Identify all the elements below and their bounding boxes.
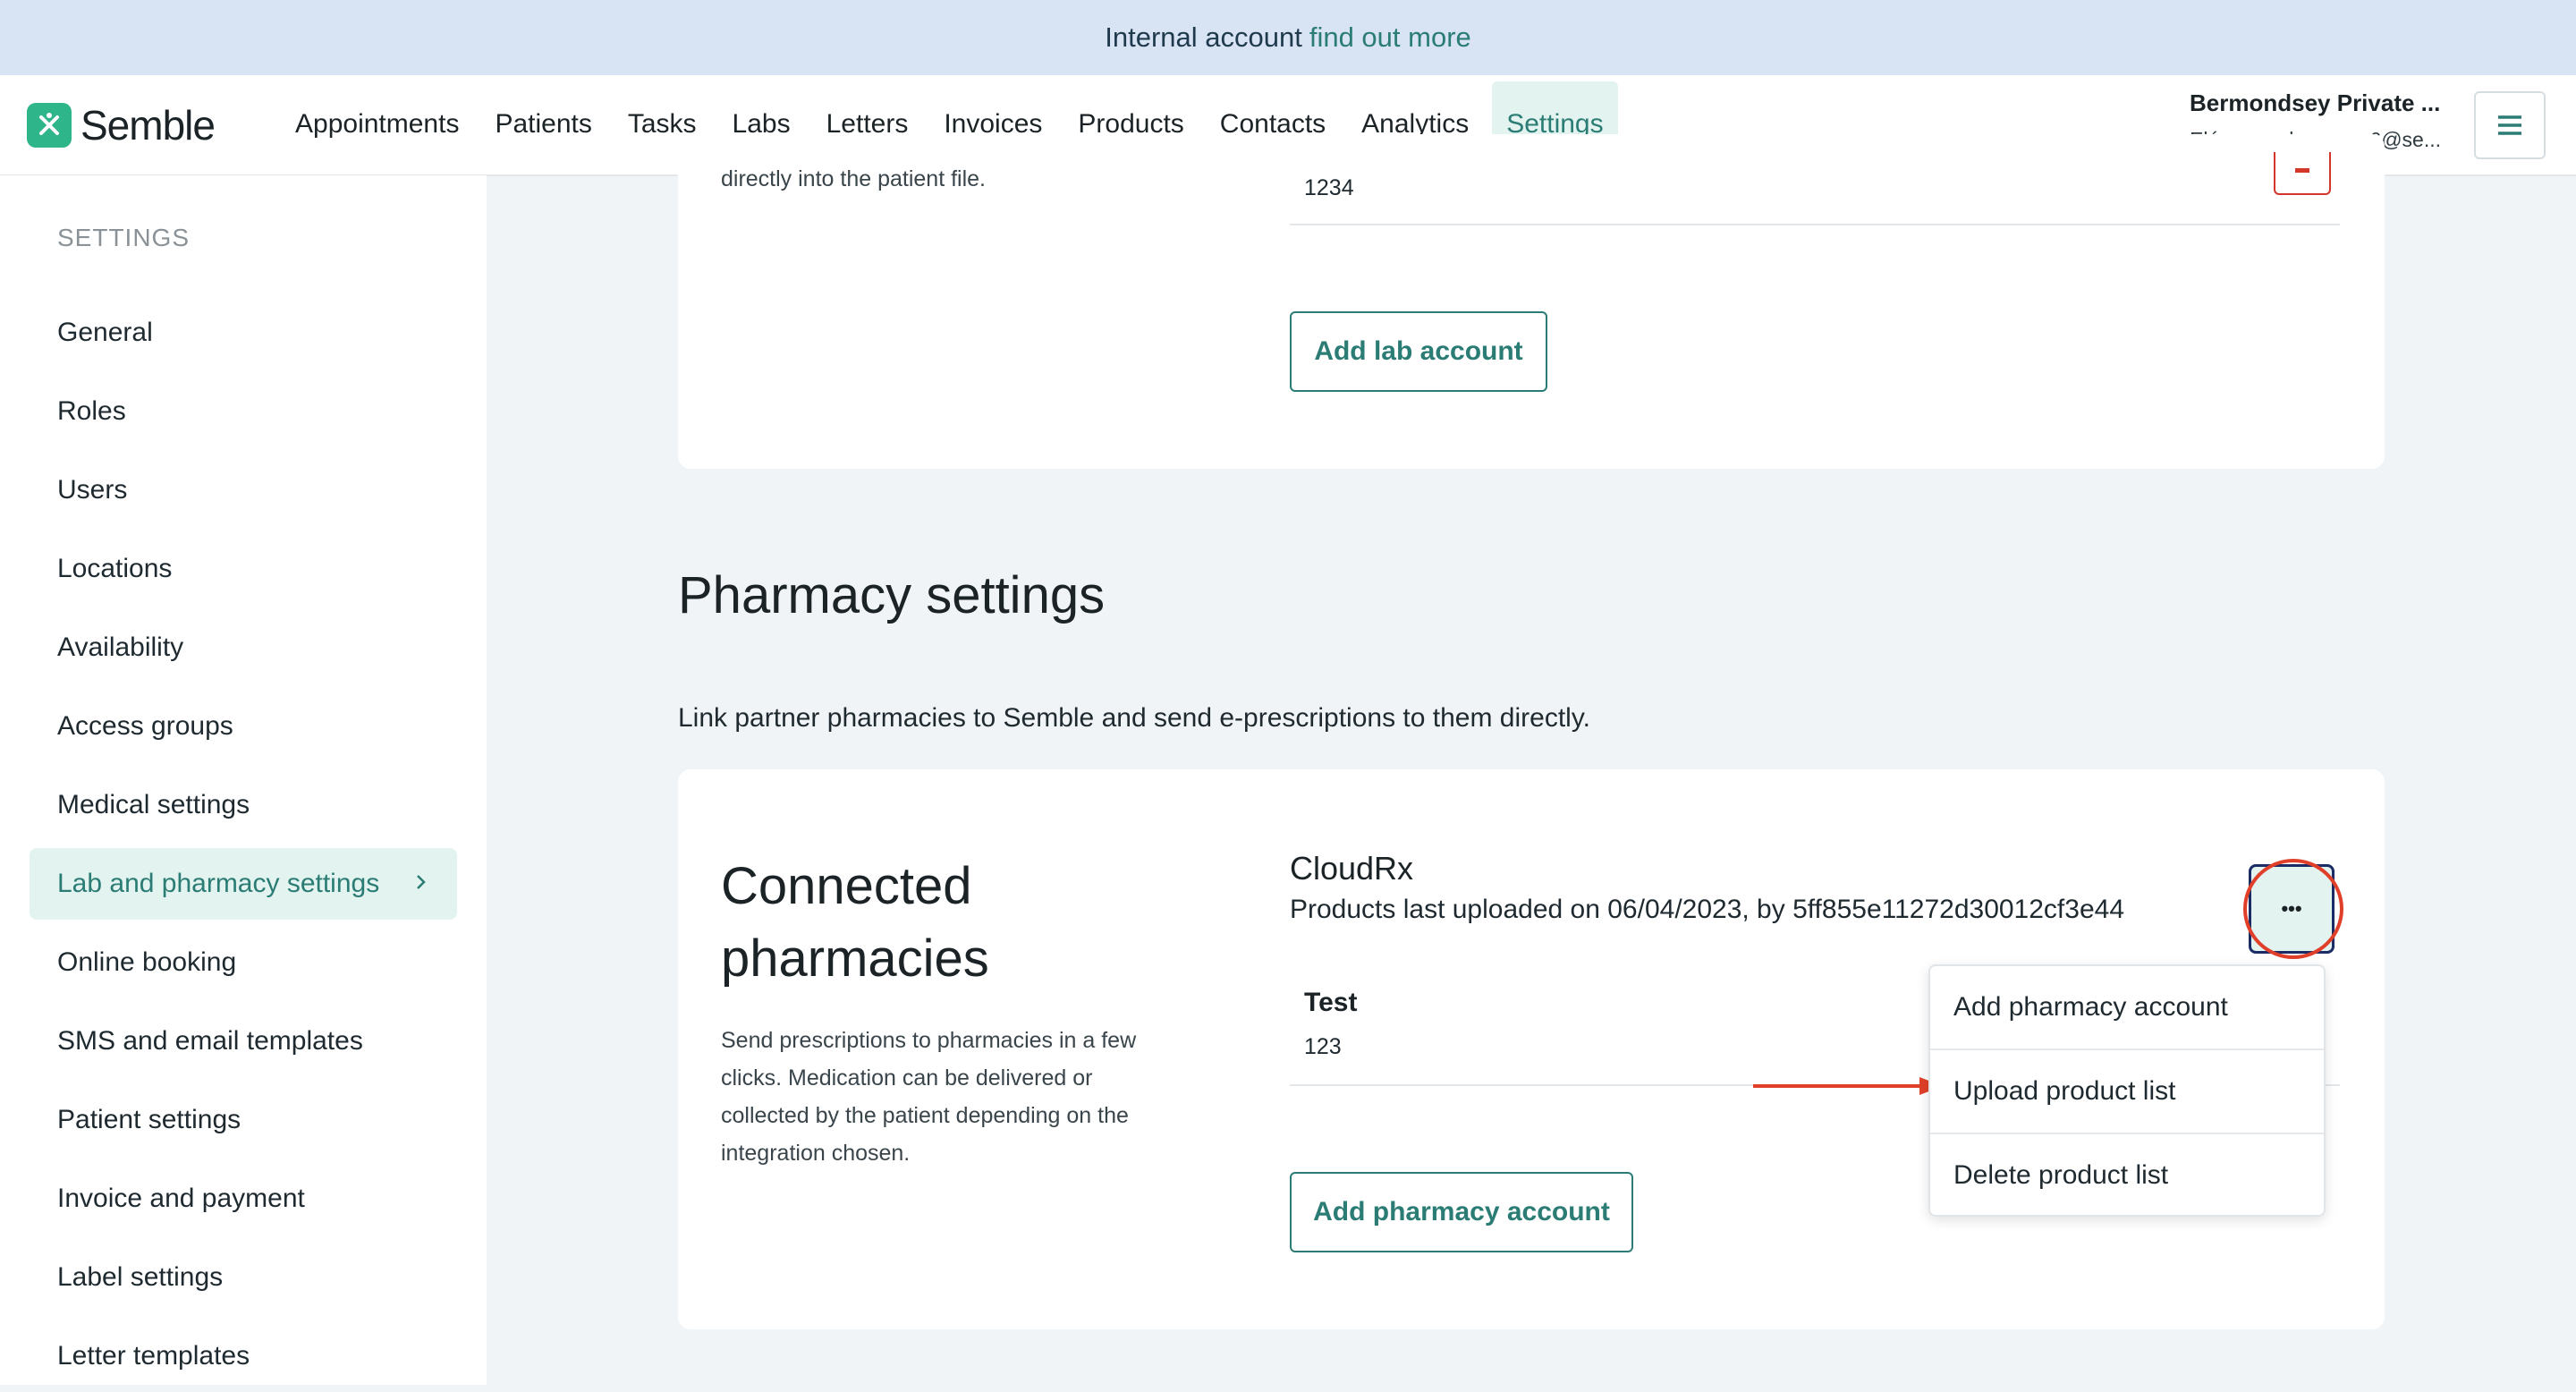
menu-item-upload-product-list[interactable]: Upload product list [1930,1050,2324,1134]
lab-account-value: 1234 [1304,175,1354,200]
settings-sidebar: SETTINGS General Roles Users Locations A… [0,175,487,1385]
add-lab-account-button[interactable]: Add lab account [1290,311,1547,392]
lab-card-description: directly into the patient file. [721,166,986,191]
sidebar-item-medical-settings[interactable]: Medical settings [30,769,457,841]
hamburger-icon [2498,115,2521,135]
internal-account-banner: Internal account find out more [0,0,2576,75]
products-upload-info: Products last uploaded on 06/04/2023, by… [1290,895,2125,924]
pharmacy-settings-description: Link partner pharmacies to Semble and se… [678,703,1590,733]
sidebar-item-access-groups[interactable]: Access groups [30,691,457,762]
highlight-circle-annotation [2243,859,2343,959]
arrow-annotation-icon [1753,1077,1943,1095]
sidebar-item-lab-and-pharmacy-settings[interactable]: Lab and pharmacy settings [30,848,457,920]
brand-name: Semble [80,102,216,149]
sidebar-item-users[interactable]: Users [30,454,457,526]
banner-text: Internal account [1105,21,1302,53]
add-pharmacy-account-button[interactable]: Add pharmacy account [1290,1172,1633,1252]
pharmacy-settings-title: Pharmacy settings [678,566,1106,624]
delete-lab-account-button[interactable] [2274,152,2331,195]
divider [1290,224,2340,225]
pharmacy-options-menu: Add pharmacy account Upload product list… [1928,964,2326,1217]
sidebar-item-sms-email-templates[interactable]: SMS and email templates [30,1006,457,1077]
nav-patients[interactable]: Patients [477,81,609,167]
sidebar-item-general[interactable]: General [30,297,457,369]
menu-item-add-pharmacy-account[interactable]: Add pharmacy account [1930,966,2324,1050]
sidebar-item-availability[interactable]: Availability [30,612,457,683]
semble-logo[interactable]: Semble [27,100,216,150]
trash-icon [2295,168,2309,173]
chevron-right-icon [417,875,426,889]
pharmacy-account-name: Test [1304,988,1358,1017]
sidebar-item-letter-templates[interactable]: Letter templates [30,1320,457,1392]
sidebar-item-online-booking[interactable]: Online booking [30,927,457,998]
sidebar-item-roles[interactable]: Roles [30,376,457,447]
hamburger-menu-button[interactable] [2474,91,2546,159]
card-title-line-2: pharmacies [721,929,989,988]
sidebar-item-label: Lab and pharmacy settings [57,869,380,898]
sidebar-item-label-settings[interactable]: Label settings [30,1242,457,1313]
semble-logo-icon [27,103,72,148]
nav-appointments[interactable]: Appointments [277,81,477,167]
pharmacy-provider-name: CloudRx [1290,850,1414,887]
pharmacy-account-value: 123 [1304,1034,1342,1059]
sidebar-item-invoice-and-payment[interactable]: Invoice and payment [30,1163,457,1235]
sidebar-item-patient-settings[interactable]: Patient settings [30,1084,457,1156]
sidebar-item-locations[interactable]: Locations [30,533,457,605]
connected-pharmacies-description: Send prescriptions to pharmacies in a fe… [721,1028,1137,1166]
menu-item-delete-product-list[interactable]: Delete product list [1930,1134,2324,1217]
card-title-line-1: Connected [721,857,972,915]
connected-pharmacies-title: Connected pharmacies [721,850,989,995]
organisation-name: Bermondsey Private ... [2190,89,2441,116]
sidebar-heading: SETTINGS [57,224,191,251]
find-out-more-link[interactable]: find out more [1309,21,1471,54]
lab-settings-card: directly into the patient file. 1234 Add… [678,134,2385,469]
